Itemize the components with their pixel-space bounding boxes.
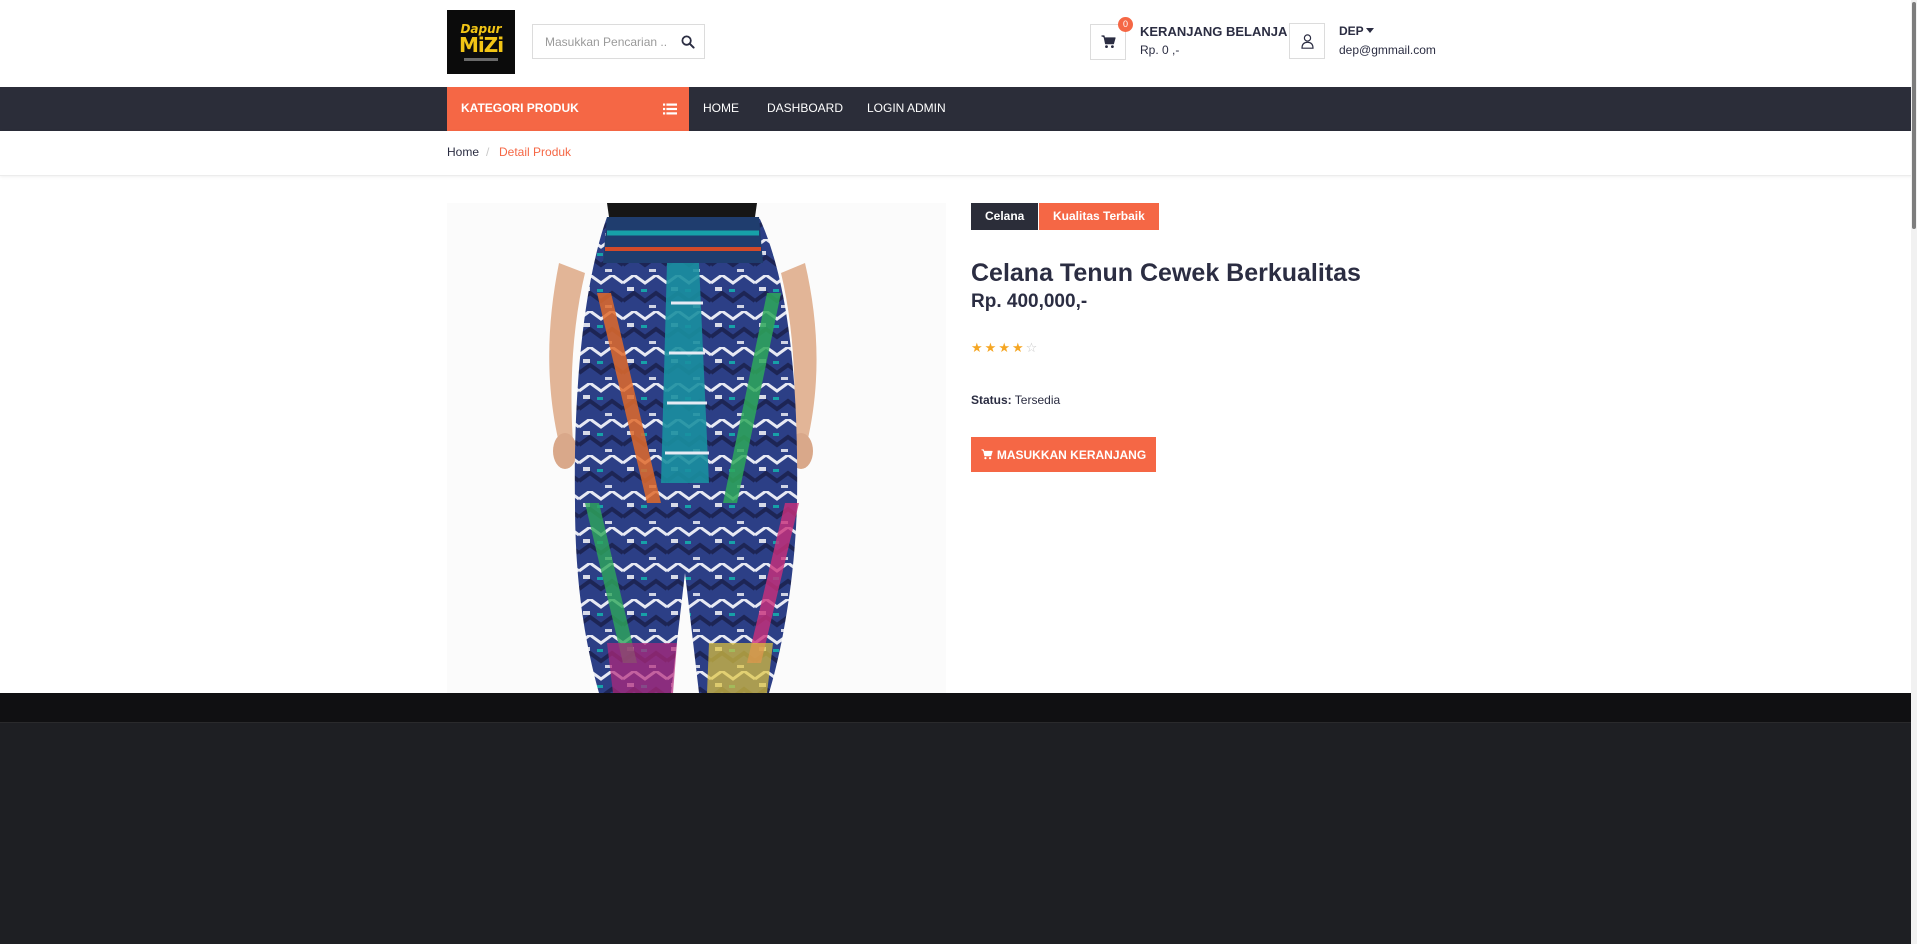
user-icon — [1301, 34, 1314, 49]
star-icon: ★ — [1011, 341, 1024, 356]
add-to-cart-button[interactable]: MASUKKAN KERANJANG — [971, 437, 1156, 472]
nav-link-dashboard[interactable]: DASHBOARD — [767, 101, 843, 115]
product-title: Celana Tenun Cewek Berkualitas — [971, 259, 1361, 287]
scrollbar-thumb[interactable] — [1912, 2, 1916, 229]
logo-decoration — [464, 58, 498, 61]
star-icon: ☆ — [1025, 341, 1038, 356]
search-box — [532, 24, 705, 59]
status-label: Status: — [971, 393, 1012, 407]
logo-line-2: MiZi — [458, 33, 504, 57]
product-category-tag[interactable]: Celana — [971, 203, 1039, 230]
cart-icon — [1101, 35, 1116, 48]
product-image[interactable] — [447, 203, 946, 693]
breadcrumb-home-link[interactable]: Home — [447, 145, 479, 159]
category-menu-button[interactable]: KATEGORI PRODUK — [447, 87, 689, 131]
breadcrumb: Home / Detail Produk — [0, 131, 1917, 176]
list-icon — [663, 103, 677, 115]
status-value: Tersedia — [1014, 393, 1061, 407]
star-icon: ★ — [984, 341, 997, 356]
product-price: Rp. 400,000,- — [971, 291, 1088, 312]
user-email: dep@gmmail.com — [1339, 43, 1436, 57]
add-to-cart-label: MASUKKAN KERANJANG — [996, 447, 1147, 462]
chevron-down-icon — [1365, 28, 1374, 33]
footer — [0, 723, 1917, 944]
header: Dapur MiZi 0 KERANJANG BELANJA : Rp. 0 ,… — [0, 0, 1917, 87]
main-navigation: KATEGORI PRODUK HOME DASHBOARD LOGIN ADM… — [0, 87, 1917, 131]
breadcrumb-separator: / — [486, 145, 490, 159]
user-account-button[interactable] — [1289, 23, 1325, 59]
nav-link-login-admin[interactable]: LOGIN ADMIN — [867, 101, 946, 115]
product-quality-tag: Kualitas Terbaik — [1039, 203, 1159, 230]
product-rating: ★ ★ ★ ★ ☆ — [971, 342, 1037, 356]
nav-link-home[interactable]: HOME — [703, 101, 739, 115]
product-status: Status: Tersedia — [971, 393, 1060, 407]
search-icon — [681, 35, 695, 49]
site-logo[interactable]: Dapur MiZi — [447, 10, 515, 74]
breadcrumb-current: Detail Produk — [499, 145, 572, 159]
user-name: DEP — [1339, 24, 1364, 38]
category-menu-label: KATEGORI PRODUK — [461, 101, 579, 115]
cart-icon — [981, 449, 993, 460]
star-icon: ★ — [971, 341, 983, 356]
cart-total: Rp. 0 ,- — [1140, 43, 1180, 57]
search-button[interactable] — [678, 32, 698, 52]
product-photo-illustration — [447, 203, 946, 693]
user-menu-toggle[interactable]: DEP — [1339, 24, 1374, 38]
cart-title[interactable]: KERANJANG BELANJA : — [1140, 24, 1295, 39]
star-icon: ★ — [998, 341, 1010, 356]
search-input[interactable] — [533, 25, 673, 58]
footer-top-bar — [0, 693, 1917, 723]
cart-count-badge: 0 — [1118, 17, 1133, 32]
